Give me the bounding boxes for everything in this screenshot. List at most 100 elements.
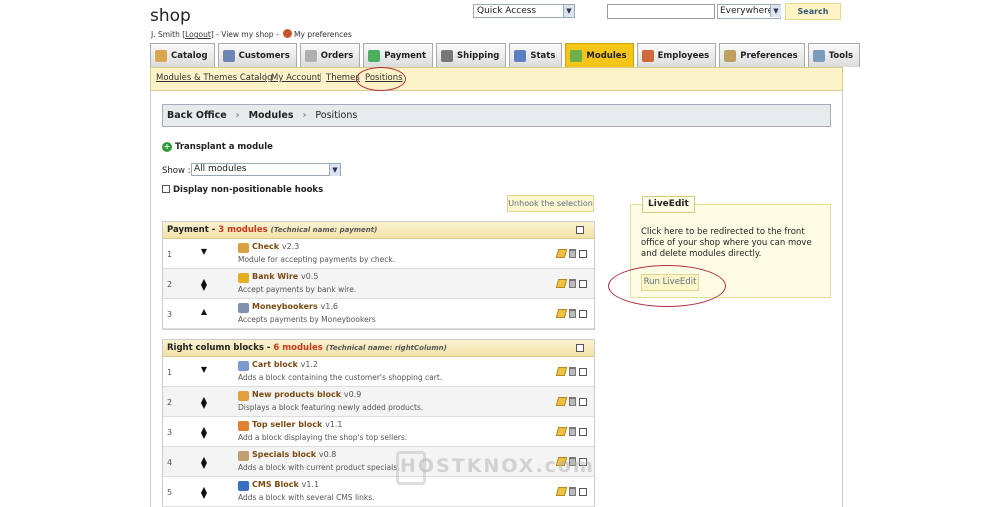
edit-icon[interactable] xyxy=(555,367,568,376)
payment-icon xyxy=(368,49,381,62)
module-position: 2 xyxy=(167,398,173,407)
move-arrows-icon[interactable]: ▲ ▼ xyxy=(199,396,209,410)
breadcrumb-modules[interactable]: Modules xyxy=(249,110,294,121)
tools-icon xyxy=(812,49,825,62)
module-row: 1 ▼ Cart block v1.2 Adds a block containing… xyxy=(163,357,594,387)
sub-nav: Modules & Themes Catalog | My Account | … xyxy=(150,67,843,91)
tab-orders[interactable]: Orders xyxy=(299,43,361,67)
subnav-separator: | xyxy=(319,73,322,83)
module-position: 3 xyxy=(167,310,173,319)
hook-header: Right column blocks - 6 modules (Technic… xyxy=(163,340,594,357)
trash-icon[interactable] xyxy=(569,249,576,258)
module-select-checkbox[interactable] xyxy=(579,487,587,496)
trash-icon[interactable] xyxy=(569,279,576,288)
module-version: v0.9 xyxy=(343,390,362,399)
module-position: 1 xyxy=(167,250,173,259)
user-line: J. Smith [Logout] - View my shop - My pr… xyxy=(151,29,352,39)
move-arrows-icon[interactable]: ▼ xyxy=(199,366,209,379)
trash-icon[interactable] xyxy=(569,487,576,496)
tab-label: Employees xyxy=(657,50,710,61)
tab-customers[interactable]: Customers xyxy=(217,43,297,67)
hook-table: Right column blocks - 6 modules (Technic… xyxy=(162,339,595,507)
tab-tools[interactable]: Tools xyxy=(807,43,861,67)
hook-header: Payment - 3 modules (Technical name: pay… xyxy=(163,222,594,239)
tab-employees[interactable]: Employees xyxy=(636,43,717,67)
trash-icon[interactable] xyxy=(569,397,576,406)
edit-icon[interactable] xyxy=(555,397,568,406)
transplant-label: Transplant a module xyxy=(175,142,273,152)
module-row: 3 ▲ Moneybookers v1.6 Accepts payments by M… xyxy=(163,299,594,329)
edit-icon[interactable] xyxy=(555,487,568,496)
tab-modules[interactable]: Modules xyxy=(565,43,634,67)
module-select-checkbox[interactable] xyxy=(579,367,587,376)
subnav-themes-link[interactable]: Themes xyxy=(326,73,360,83)
tab-stats[interactable]: Stats xyxy=(509,43,563,67)
tab-label: Tools xyxy=(828,50,854,61)
show-select[interactable]: All modules ▼ xyxy=(191,163,341,176)
search-input[interactable] xyxy=(607,4,715,19)
transplant-module-link[interactable]: + Transplant a module xyxy=(162,142,273,152)
hook-title: Payment xyxy=(167,225,209,235)
chevron-down-icon: ▼ xyxy=(329,164,340,176)
module-name: New products block v0.9 xyxy=(252,390,361,399)
avatar-icon xyxy=(283,29,293,38)
trash-icon[interactable] xyxy=(569,367,576,376)
quick-access-select[interactable]: Quick Access ▼ xyxy=(473,4,575,18)
shop-title: shop xyxy=(150,6,191,26)
move-arrows-icon[interactable]: ▲ ▼ xyxy=(199,486,209,500)
display-np-checkbox[interactable] xyxy=(162,185,170,193)
module-description: Displays a block featuring newly added p… xyxy=(238,403,424,412)
module-row: 1 ▼ Check v2.3 Module for accepting payment… xyxy=(163,239,594,269)
display-np-label: Display non-positionable hooks xyxy=(173,185,324,195)
tab-shipping[interactable]: Shipping xyxy=(436,43,507,67)
tab-payment[interactable]: Payment xyxy=(363,43,434,67)
module-name: Check v2.3 xyxy=(252,242,299,251)
module-version: v1.1 xyxy=(301,480,320,489)
move-arrows-icon[interactable]: ▲ xyxy=(199,308,209,321)
module-name-text: Check xyxy=(252,242,280,251)
breadcrumb: Back Office › Modules › Positions xyxy=(162,104,831,127)
module-version: v2.3 xyxy=(281,242,300,251)
move-arrows-icon[interactable]: ▼ xyxy=(199,248,209,261)
tab-catalog[interactable]: Catalog xyxy=(150,43,215,67)
display-non-positionable-hooks[interactable]: Display non-positionable hooks xyxy=(162,185,323,195)
module-actions xyxy=(555,487,587,496)
module-select-checkbox[interactable] xyxy=(579,249,587,258)
move-arrows-icon[interactable]: ▲ ▼ xyxy=(199,426,209,440)
module-position: 4 xyxy=(167,458,173,467)
trash-icon[interactable] xyxy=(569,309,576,318)
module-name: Top seller block v1.1 xyxy=(252,420,343,429)
breadcrumb-positions: Positions xyxy=(315,110,358,121)
tab-preferences[interactable]: Preferences xyxy=(719,43,805,67)
module-position: 1 xyxy=(167,368,173,377)
module-select-checkbox[interactable] xyxy=(579,309,587,318)
module-actions xyxy=(555,367,587,376)
search-scope-select[interactable]: Everywhere ▼ xyxy=(717,4,781,19)
move-arrows-icon[interactable]: ▲ ▼ xyxy=(199,456,209,470)
tab-label: Payment xyxy=(384,50,427,61)
module-select-checkbox[interactable] xyxy=(579,397,587,406)
edit-icon[interactable] xyxy=(555,279,568,288)
trash-icon[interactable] xyxy=(569,427,576,436)
search-scope-label: Everywhere xyxy=(720,6,774,16)
move-arrows-icon[interactable]: ▲ ▼ xyxy=(199,278,209,292)
hook-select-all-checkbox[interactable] xyxy=(576,226,584,234)
search-button[interactable]: Search xyxy=(785,3,841,20)
subnav-catalog-link[interactable]: Modules & Themes Catalog xyxy=(156,73,272,83)
edit-icon[interactable] xyxy=(555,309,568,318)
edit-icon[interactable] xyxy=(555,249,568,258)
tab-label: Customers xyxy=(238,50,290,61)
hook-select-all-checkbox[interactable] xyxy=(576,344,584,352)
tab-label: Orders xyxy=(320,50,354,61)
view-shop-link[interactable]: View my shop xyxy=(221,30,273,39)
subnav-my-account-link[interactable]: My Account xyxy=(271,73,320,83)
module-position: 2 xyxy=(167,280,173,289)
my-preferences-link[interactable]: My preferences xyxy=(294,30,352,39)
module-select-checkbox[interactable] xyxy=(579,427,587,436)
logout-link[interactable]: Logout xyxy=(185,30,211,39)
breadcrumb-back-office[interactable]: Back Office xyxy=(167,110,227,121)
module-select-checkbox[interactable] xyxy=(579,279,587,288)
quick-access-label: Quick Access xyxy=(477,6,537,16)
unhook-selection-button[interactable]: Unhook the selection xyxy=(507,195,594,212)
edit-icon[interactable] xyxy=(555,427,568,436)
